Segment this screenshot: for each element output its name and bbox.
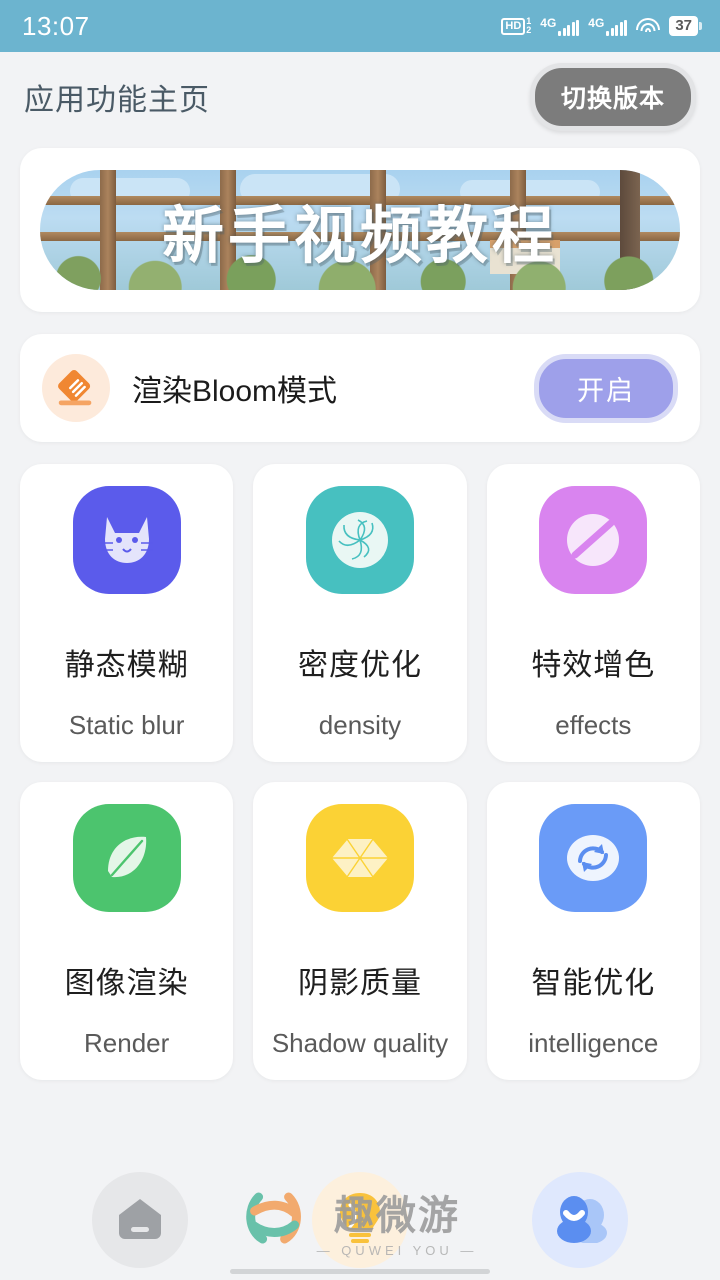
- feature-subtitle: effects: [555, 709, 632, 740]
- hd-sim-numbers: 1 2: [526, 16, 532, 36]
- page-title: 应用功能主页: [24, 84, 210, 117]
- leaf-icon: [72, 803, 181, 912]
- feature-subtitle: Shadow quality: [271, 1027, 449, 1058]
- feature-tile-effects[interactable]: 特效增色 effects: [486, 464, 700, 762]
- bloom-mode-label: 渲染Bloom模式: [132, 375, 338, 408]
- lightbulb-icon: [334, 1189, 386, 1252]
- swirl-icon: [305, 485, 414, 594]
- status-icon-group: HD 1 2 4G 4G 37: [501, 15, 702, 37]
- hd-voice-icon: HD 1 2: [501, 16, 532, 36]
- bottom-nav: [0, 1160, 720, 1280]
- home-icon: [113, 1193, 167, 1248]
- tutorial-banner[interactable]: 新手视频教程: [40, 170, 680, 290]
- battery-indicator: 37: [669, 15, 702, 37]
- home-indicator: [230, 1269, 490, 1274]
- feature-tile-static-blur[interactable]: 静态模糊 Static blur: [20, 464, 234, 762]
- feature-title: 密度优化: [297, 648, 422, 682]
- feature-tile-render[interactable]: 图像渲染 Render: [20, 782, 234, 1080]
- bloom-mode-row[interactable]: 渲染Bloom模式 开启: [20, 334, 700, 442]
- sync-icon: [539, 803, 648, 912]
- status-time: 13:07: [22, 10, 90, 41]
- feature-title: 特效增色: [531, 648, 656, 682]
- switch-version-button[interactable]: 切换版本: [529, 63, 696, 131]
- feature-subtitle: intelligence: [528, 1027, 659, 1058]
- feature-title: 图像渲染: [64, 966, 189, 1000]
- people-icon: [551, 1193, 609, 1248]
- feature-subtitle: Static blur: [68, 709, 185, 740]
- page-header: 应用功能主页 切换版本: [0, 52, 720, 142]
- nav-home-button[interactable]: [92, 1172, 188, 1268]
- feature-subtitle: Render: [84, 1027, 170, 1058]
- network-type-sim1: 4G: [540, 15, 557, 30]
- signal-icon-sim2: 4G: [588, 15, 628, 36]
- feature-title: 智能优化: [531, 966, 656, 1000]
- hd-label: HD: [501, 17, 526, 35]
- bloom-enable-button[interactable]: 开启: [534, 353, 678, 423]
- wifi-icon: [636, 17, 661, 35]
- gem-icon: [305, 803, 414, 912]
- feature-subtitle: density: [318, 709, 402, 740]
- network-type-sim2: 4G: [588, 15, 605, 30]
- banner-title: 新手视频教程: [161, 199, 558, 272]
- cat-face-icon: [72, 485, 181, 594]
- signal-bars-sim1: [558, 19, 580, 36]
- hd-sim2: 2: [526, 25, 532, 35]
- feature-grid: 静态模糊 Static blur 密度优化 density 特效增色 effec…: [20, 464, 700, 1080]
- status-bar: 13:07 HD 1 2 4G 4G 37: [0, 0, 720, 52]
- feature-tile-intelligence[interactable]: 智能优化 intelligence: [486, 782, 700, 1080]
- signal-icon-sim1: 4G: [540, 15, 580, 36]
- bloom-diamond-icon: [42, 354, 110, 422]
- signal-bars-sim2: [606, 19, 628, 36]
- feature-title: 阴影质量: [297, 966, 422, 1000]
- feature-tile-shadow-quality[interactable]: 阴影质量 Shadow quality: [253, 782, 467, 1080]
- no-effects-icon: [539, 485, 648, 594]
- nav-tips-button[interactable]: [312, 1172, 408, 1268]
- feature-tile-density[interactable]: 密度优化 density: [253, 464, 467, 762]
- feature-title: 静态模糊: [64, 648, 189, 682]
- tutorial-banner-card[interactable]: 新手视频教程: [20, 148, 700, 312]
- nav-chat-button[interactable]: [532, 1172, 628, 1268]
